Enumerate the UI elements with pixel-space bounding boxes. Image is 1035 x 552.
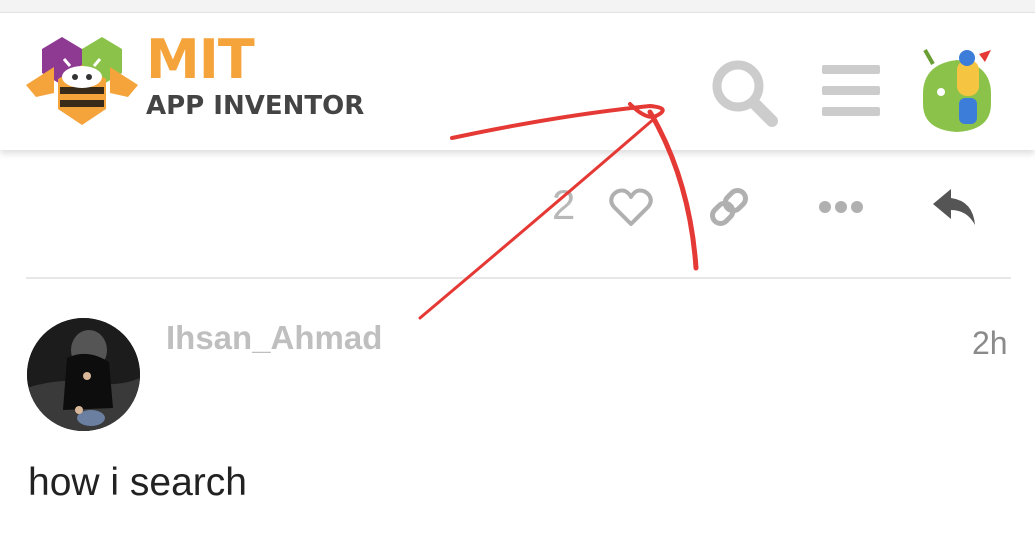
- copy-link-button[interactable]: [702, 182, 756, 232]
- hamburger-menu-icon: [822, 65, 880, 116]
- reply-button[interactable]: [926, 182, 984, 232]
- menu-button[interactable]: [816, 53, 886, 127]
- user-avatar-button[interactable]: [912, 43, 1002, 139]
- search-icon: [712, 60, 778, 127]
- like-button[interactable]: [604, 182, 658, 232]
- search-button[interactable]: [706, 53, 782, 133]
- app-inventor-logo[interactable]: MIT APP INVENTOR: [24, 28, 365, 135]
- post-actions-bar: 2: [0, 170, 1035, 250]
- avatar[interactable]: [27, 318, 140, 431]
- bee-logo-icon: [26, 37, 138, 125]
- browser-top-strip: [0, 0, 1035, 13]
- android-user-avatar: [923, 49, 991, 132]
- post-username[interactable]: Ihsan_Ahmad: [166, 321, 382, 354]
- post-timestamp[interactable]: 2h: [972, 327, 1008, 359]
- like-count[interactable]: 2: [552, 184, 575, 226]
- site-header: MIT APP INVENTOR: [0, 13, 1035, 150]
- link-icon: [710, 188, 748, 226]
- hooded-figure-avatar-image: [27, 318, 140, 431]
- logo-subtitle: APP INVENTOR: [146, 91, 365, 121]
- heart-icon: [609, 188, 653, 226]
- more-options-button[interactable]: [812, 182, 870, 232]
- post-body-text: how i search: [28, 461, 247, 504]
- more-dots-icon: [819, 201, 863, 213]
- reply-arrow-icon: [933, 189, 975, 225]
- logo-title: MIT: [146, 28, 255, 91]
- post-divider: [26, 277, 1011, 279]
